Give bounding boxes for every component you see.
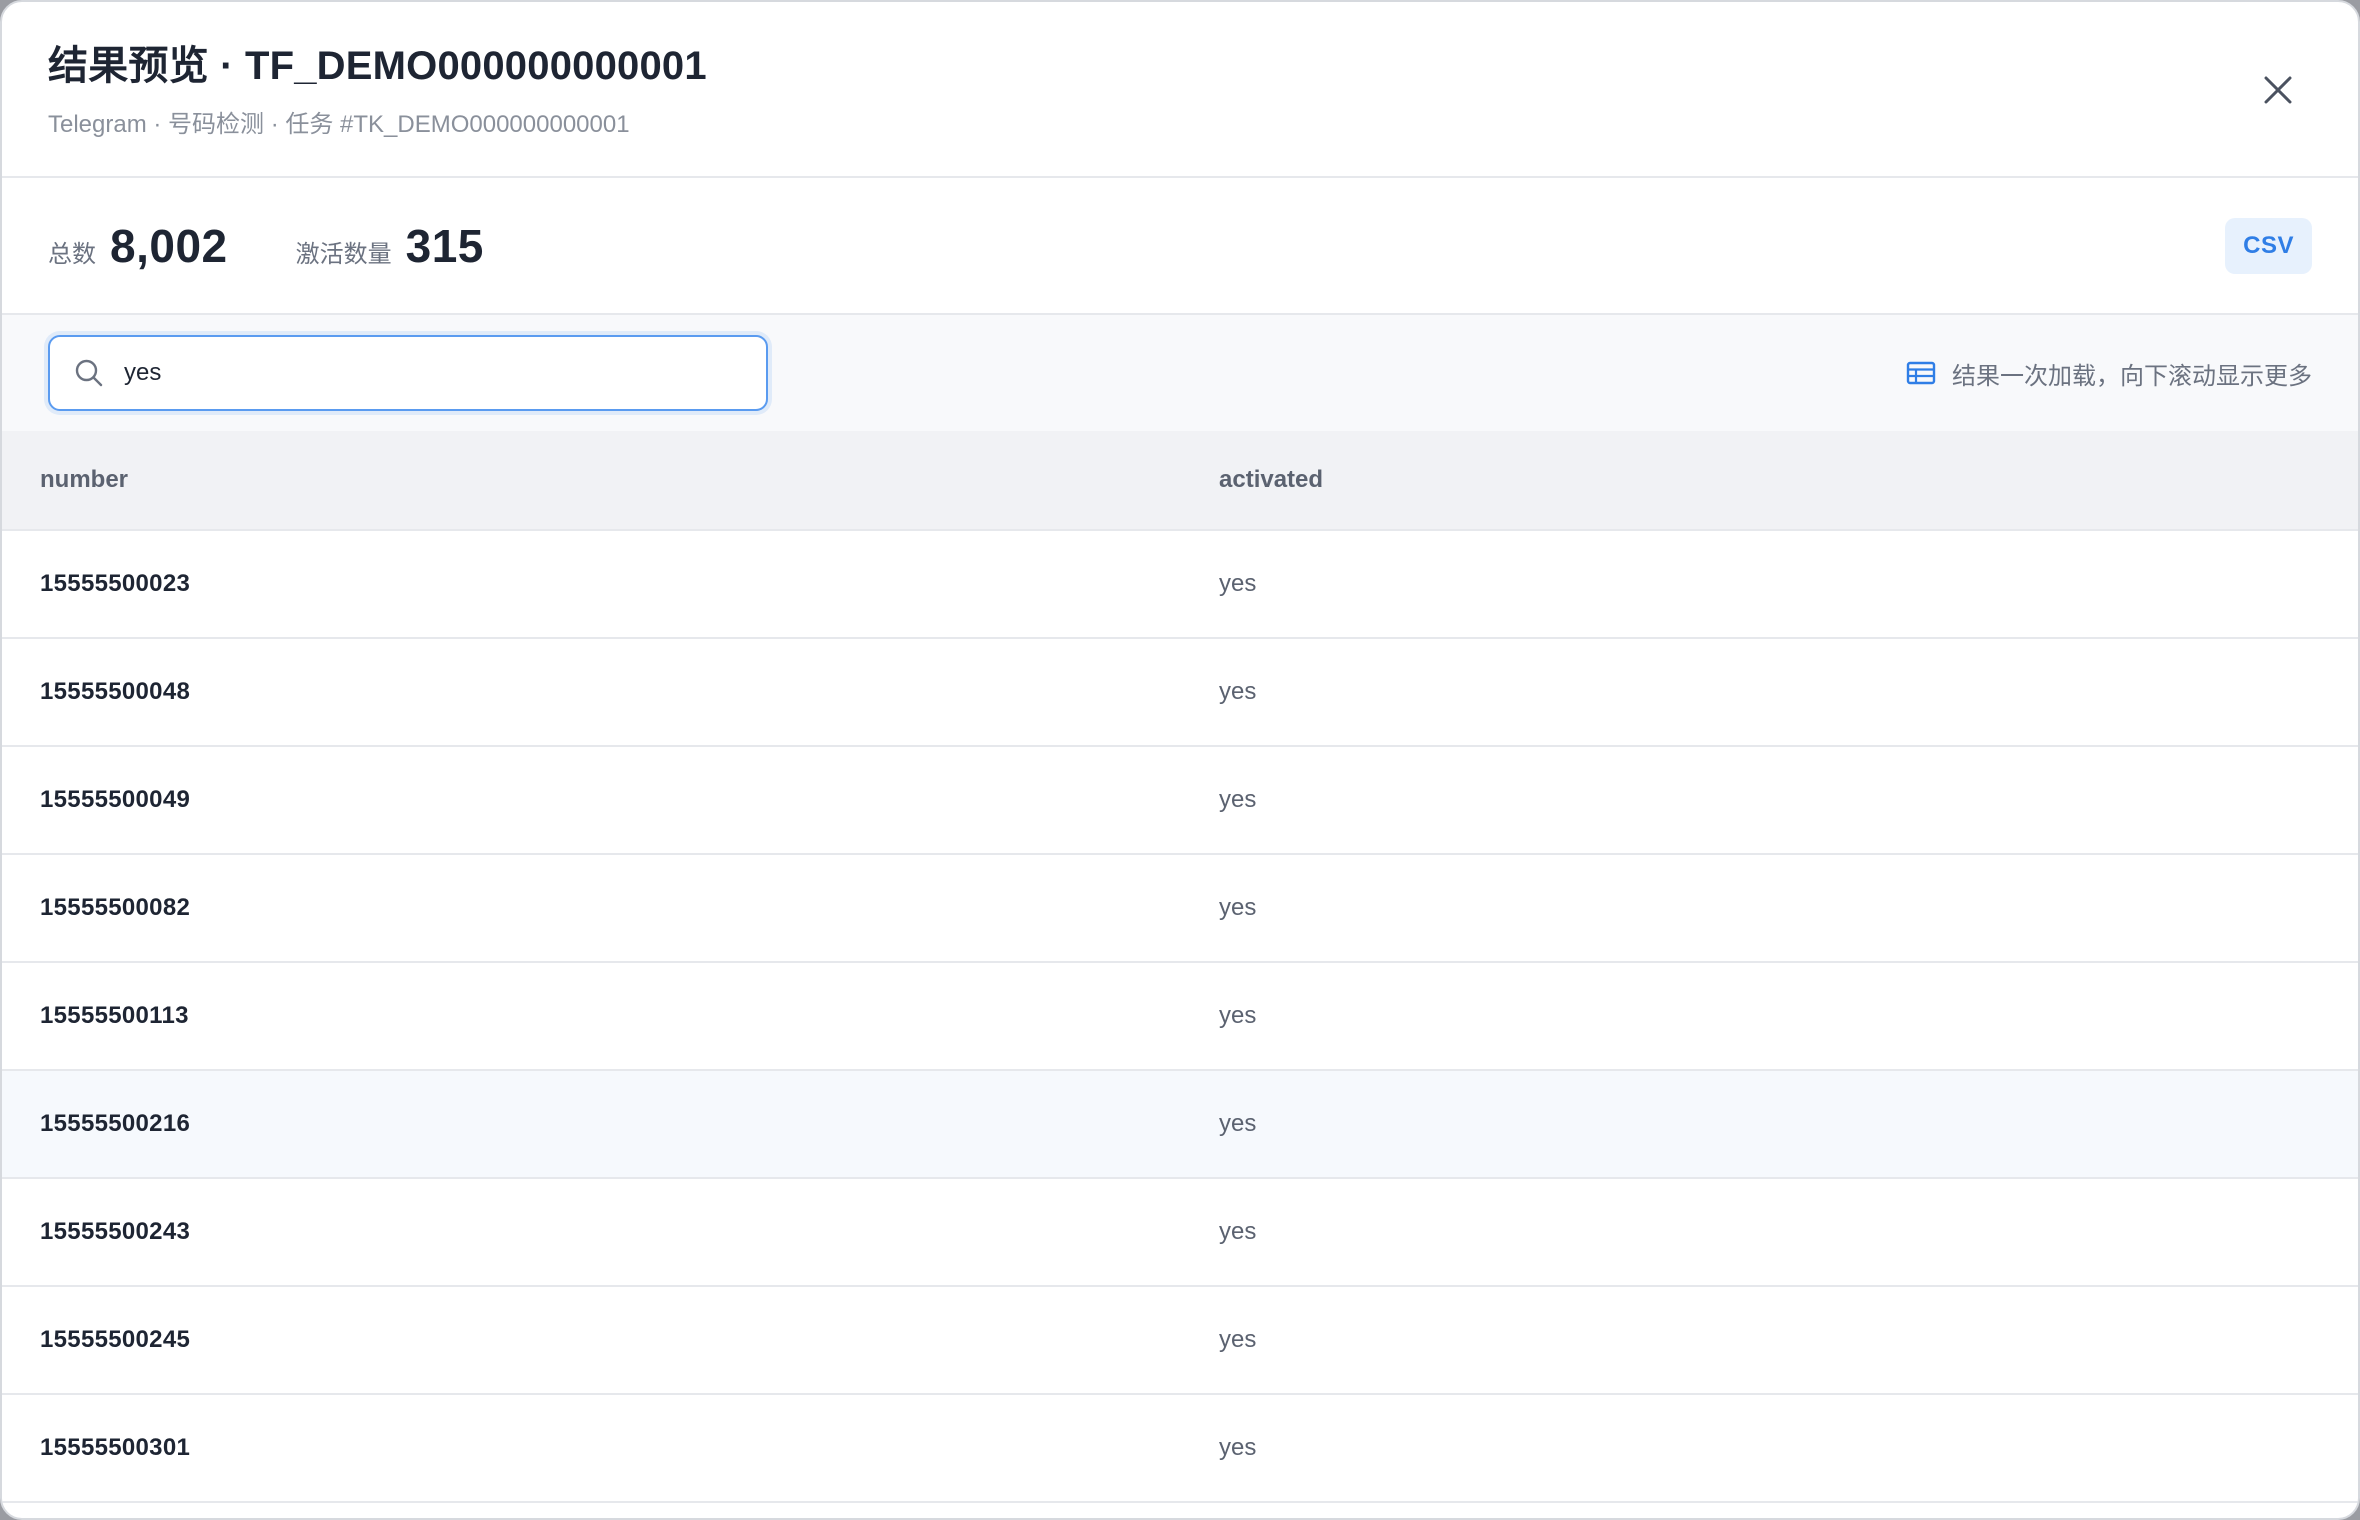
cell-number: 15555500243: [2, 1178, 1179, 1287]
table-row[interactable]: 15555500245 yes: [2, 1286, 2358, 1395]
search-icon: [74, 358, 104, 388]
toolbar: 结果一次加载，向下滚动显示更多: [2, 315, 2358, 431]
search-box[interactable]: [48, 335, 768, 411]
stat-activated-value: 315: [405, 219, 484, 272]
cell-activated: yes: [1179, 530, 2358, 639]
cell-activated: yes: [1179, 962, 2358, 1071]
table-row[interactable]: 15555500082 yes: [2, 854, 2358, 963]
table-row[interactable]: 15555500049 yes: [2, 746, 2358, 855]
result-preview-modal: 结果预览 · TF_DEMO000000000001 Telegram · 号码…: [0, 0, 2360, 1520]
stat-total-label: 总数: [48, 240, 96, 268]
cell-number: 15555500113: [2, 962, 1179, 1071]
cell-number: 15555500082: [2, 854, 1179, 963]
cell-activated: yes: [1179, 746, 2358, 855]
table-icon: [1906, 358, 1936, 388]
cell-activated: yes: [1179, 638, 2358, 747]
cell-activated: yes: [1179, 1286, 2358, 1395]
cell-number: 15555500216: [2, 1070, 1179, 1179]
table-row-hovered[interactable]: 15555500216 yes: [2, 1070, 2358, 1179]
scroll-hint: 结果一次加载，向下滚动显示更多: [1906, 315, 2312, 431]
table-row[interactable]: 15555500023 yes: [2, 530, 2358, 639]
modal-header: 结果预览 · TF_DEMO000000000001 Telegram · 号码…: [2, 2, 2358, 178]
cell-number: 15555500023: [2, 530, 1179, 639]
table-row[interactable]: 15555500243 yes: [2, 1178, 2358, 1287]
cell-activated: yes: [1179, 1070, 2358, 1179]
stat-total: 总数 8,002: [48, 219, 228, 273]
cell-number: 15555500048: [2, 638, 1179, 747]
table-row[interactable]: 15555500113 yes: [2, 962, 2358, 1071]
search-input[interactable]: [124, 359, 724, 387]
results-table: number activated 15555500023 yes 1555550…: [2, 431, 2358, 1503]
table-row[interactable]: 15555500301 yes: [2, 1394, 2358, 1503]
cell-number: 15555500301: [2, 1394, 1179, 1503]
modal-subtitle: Telegram · 号码检测 · 任务 #TK_DEMO00000000000…: [48, 111, 630, 138]
modal-title: 结果预览 · TF_DEMO000000000001: [48, 44, 707, 88]
cell-activated: yes: [1179, 1178, 2358, 1287]
stat-activated: 激活数量 315: [296, 219, 484, 273]
close-button[interactable]: [2256, 68, 2300, 112]
stats-bar: 总数 8,002 激活数量 315 CSV: [2, 178, 2358, 315]
column-header-activated[interactable]: activated: [1179, 431, 2358, 531]
stat-activated-label: 激活数量: [295, 240, 392, 268]
table-row[interactable]: 15555500048 yes: [2, 638, 2358, 747]
table-header-row: number activated: [2, 431, 2358, 531]
cell-activated: yes: [1179, 854, 2358, 963]
stat-total-value: 8,002: [110, 219, 228, 272]
cell-number: 15555500049: [2, 746, 1179, 855]
scroll-hint-text: 结果一次加载，向下滚动显示更多: [1952, 362, 2312, 390]
csv-export-button[interactable]: CSV: [2225, 218, 2312, 274]
close-icon: [2262, 74, 2294, 106]
column-header-number[interactable]: number: [2, 431, 1179, 531]
cell-activated: yes: [1179, 1394, 2358, 1503]
cell-number: 15555500245: [2, 1286, 1179, 1395]
